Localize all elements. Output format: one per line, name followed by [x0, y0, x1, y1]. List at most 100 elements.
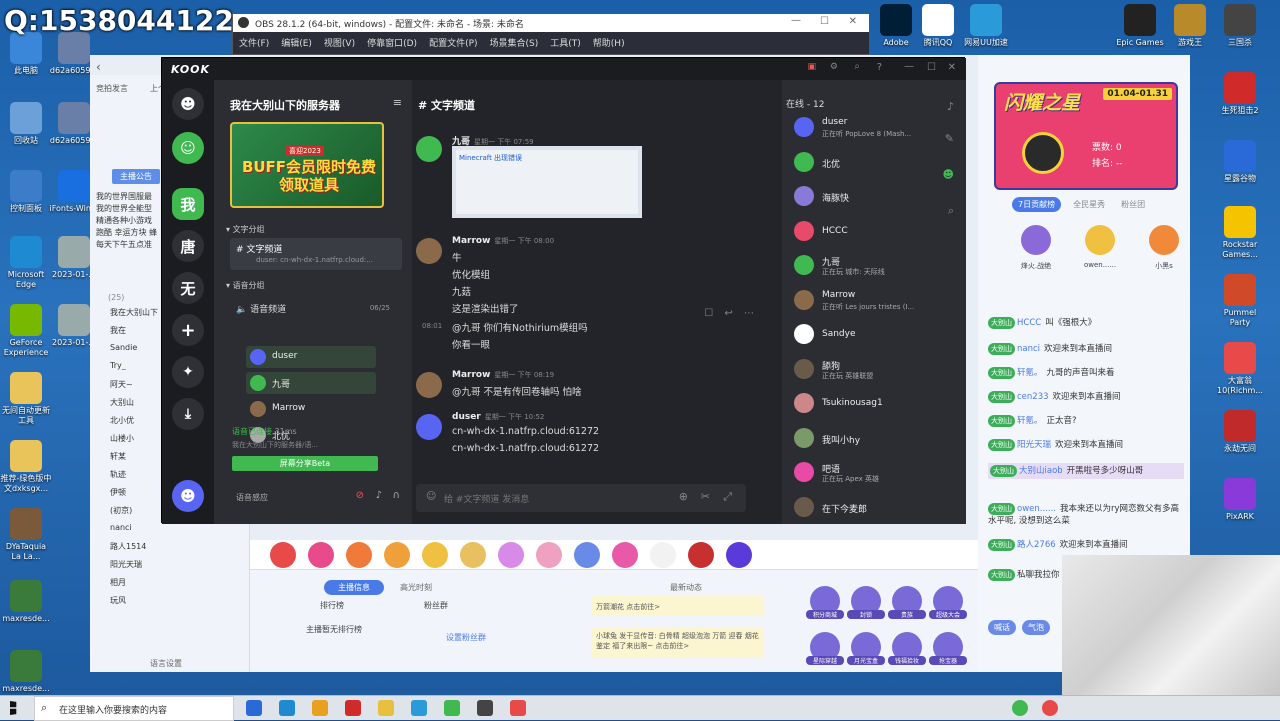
desktop-icon[interactable]: maxresde...: [0, 580, 52, 624]
chat-user[interactable]: HCCC: [1017, 318, 1041, 328]
desktop-icon[interactable]: DYaTaquia La La...: [0, 508, 52, 562]
tab-fans[interactable]: 粉丝团: [1117, 197, 1149, 212]
category-voice[interactable]: ▾ 语音分组: [226, 280, 265, 291]
member-item[interactable]: 我叫小hy: [794, 425, 954, 455]
voice-member[interactable]: 九哥: [246, 372, 376, 394]
minimize-icon[interactable]: —: [904, 61, 914, 72]
server-tang[interactable]: 唐: [172, 230, 204, 262]
gift-icon[interactable]: [536, 542, 562, 568]
taskbar-app-icon[interactable]: [312, 700, 328, 716]
discover-icon[interactable]: ✦: [172, 356, 204, 388]
gift-icon[interactable]: [726, 542, 752, 568]
chat-user[interactable]: 轩氪。: [1017, 368, 1043, 378]
desktop-icon[interactable]: 推荐-绿色版中文dxksgx...: [0, 440, 52, 494]
desktop-icon[interactable]: 无间自动更新工具: [0, 372, 52, 426]
member-item[interactable]: 海豚快: [794, 183, 954, 213]
member-item[interactable]: duser 正在听 PopLove 8 (Mash...: [794, 114, 954, 144]
member-item[interactable]: Marrow 正在听 Les jours tristes (I...: [794, 287, 954, 317]
gift-icon[interactable]: [612, 542, 638, 568]
mic-icon[interactable]: ♪: [376, 490, 382, 501]
obs-menu-item[interactable]: 帮助(H): [593, 36, 625, 49]
ranked-user[interactable]: owen......: [1072, 225, 1128, 269]
server-name[interactable]: 我在大别山下的服务器: [230, 97, 340, 113]
gift-icon[interactable]: [422, 542, 448, 568]
desktop-icon[interactable]: 控制面板: [0, 170, 52, 214]
chat-user[interactable]: cen233: [1017, 392, 1049, 402]
members-icon[interactable]: ☻: [943, 168, 954, 181]
headset-icon[interactable]: ∩: [393, 490, 400, 501]
viewer-list-item[interactable]: 玩风: [96, 595, 246, 606]
feature-button[interactable]: 封锁: [847, 586, 885, 619]
taskbar-app-icon[interactable]: [378, 700, 394, 716]
gift-icon[interactable]: [308, 542, 334, 568]
feature-button[interactable]: 贵族: [888, 586, 926, 619]
obs-menu-item[interactable]: 编辑(E): [281, 36, 312, 49]
gift-icon[interactable]: [498, 542, 524, 568]
taskbar-app-icon[interactable]: [510, 700, 526, 716]
emoji-icon[interactable]: ☺: [426, 491, 436, 502]
category-text[interactable]: ▾ 文字分组: [226, 224, 265, 235]
pin-icon[interactable]: ✎: [945, 132, 954, 145]
obs-menu-item[interactable]: 场景集合(S): [490, 36, 539, 49]
notice-button[interactable]: 主播公告: [112, 169, 160, 184]
member-item[interactable]: 舔狗 正在玩 英雄联盟: [794, 356, 954, 386]
download-icon[interactable]: ⤓: [172, 398, 204, 430]
back-icon[interactable]: ‹: [96, 60, 101, 74]
fans-link[interactable]: 设置粉丝群: [446, 632, 486, 643]
member-item[interactable]: Tsukinousag1: [794, 390, 954, 420]
desktop-icon[interactable]: 三国杀: [1214, 4, 1266, 48]
viewer-list-item[interactable]: 相月: [96, 577, 246, 588]
member-item[interactable]: 在下今麦郎: [794, 494, 954, 524]
taskbar-app-icon[interactable]: [444, 700, 460, 716]
tab-streamer-info[interactable]: 主播信息: [324, 580, 384, 595]
obs-menu-item[interactable]: 视图(V): [324, 36, 355, 49]
shout-button[interactable]: 喊话: [988, 620, 1016, 635]
desktop-icon[interactable]: maxresde...: [0, 650, 52, 694]
ranked-user[interactable]: 烽火.战绝: [1008, 225, 1064, 271]
desktop-icon[interactable]: 腾讯QQ: [912, 4, 964, 48]
taskbar-search[interactable]: ⌕ 在这里输入你要搜索的内容: [34, 696, 234, 721]
add-server-icon[interactable]: +: [172, 314, 204, 346]
message-avatar[interactable]: [416, 238, 442, 264]
tab-all-star[interactable]: 全民星秀: [1069, 197, 1109, 212]
member-item[interactable]: 北优: [794, 149, 954, 179]
message-image[interactable]: Minecraft 出现错误: [452, 146, 642, 218]
settings-icon[interactable]: ⚙: [830, 62, 838, 72]
tray-icon[interactable]: [1042, 700, 1058, 716]
desktop-icon[interactable]: 星露谷物: [1214, 140, 1266, 184]
obs-menu-item[interactable]: 配置文件(P): [429, 36, 477, 49]
event-banner[interactable]: 闪耀之星 01.04-01.31 票数: 0 排名: --: [994, 82, 1178, 190]
viewer-list-item[interactable]: 路人1514: [96, 541, 246, 552]
close-icon[interactable]: ✕: [948, 62, 956, 73]
desktop-icon[interactable]: Epic Games: [1114, 4, 1166, 48]
message-avatar[interactable]: [416, 136, 442, 162]
search-icon[interactable]: ⌕: [948, 204, 954, 218]
desktop-icon[interactable]: 此电脑: [0, 32, 52, 76]
share-screen-button[interactable]: 屏幕分享Beta: [232, 456, 378, 471]
taskbar-app-icon[interactable]: [279, 700, 295, 716]
feature-button[interactable]: 积分商城: [806, 586, 844, 619]
desktop-icon[interactable]: GeForce Experience: [0, 304, 52, 358]
desktop-icon[interactable]: Microsoft Edge: [0, 236, 52, 290]
server-wo[interactable]: 我: [172, 188, 204, 220]
attach-icon[interactable]: ⊕: [679, 490, 688, 503]
bubble-button[interactable]: 气泡: [1022, 620, 1050, 635]
windows-start-icon[interactable]: [10, 701, 17, 715]
member-item[interactable]: 九哥 正在玩 城市: 天际线: [794, 252, 954, 282]
tray-icon[interactable]: [1012, 700, 1028, 716]
tab-7day-contrib[interactable]: 7日贡献榜: [1012, 197, 1062, 212]
gift-icon[interactable]: [688, 542, 714, 568]
server-wu[interactable]: 无: [172, 272, 204, 304]
gift-icon[interactable]: [460, 542, 486, 568]
taskbar-app-icon[interactable]: [246, 700, 262, 716]
feature-button[interactable]: 抢宝器: [929, 632, 967, 665]
chat-user[interactable]: owen......: [1017, 504, 1056, 514]
desktop-icon[interactable]: 大富翁10(Richm...: [1214, 342, 1266, 396]
maximize-icon[interactable]: ☐: [820, 16, 829, 27]
taskbar-app-icon[interactable]: [477, 700, 493, 716]
tab-highlights[interactable]: 高光时刻: [400, 582, 432, 593]
news-item-2[interactable]: 小球兔 发干显传音: 白骨精 超级泡泡 万箭 迎春 烟花 鉴定 福了来出限~ 点…: [592, 628, 764, 658]
obs-menu-item[interactable]: 工具(T): [550, 36, 581, 49]
desktop-icon[interactable]: 回收站: [0, 102, 52, 146]
news-item-1[interactable]: 万箭潮花 点击前往>: [592, 596, 764, 616]
